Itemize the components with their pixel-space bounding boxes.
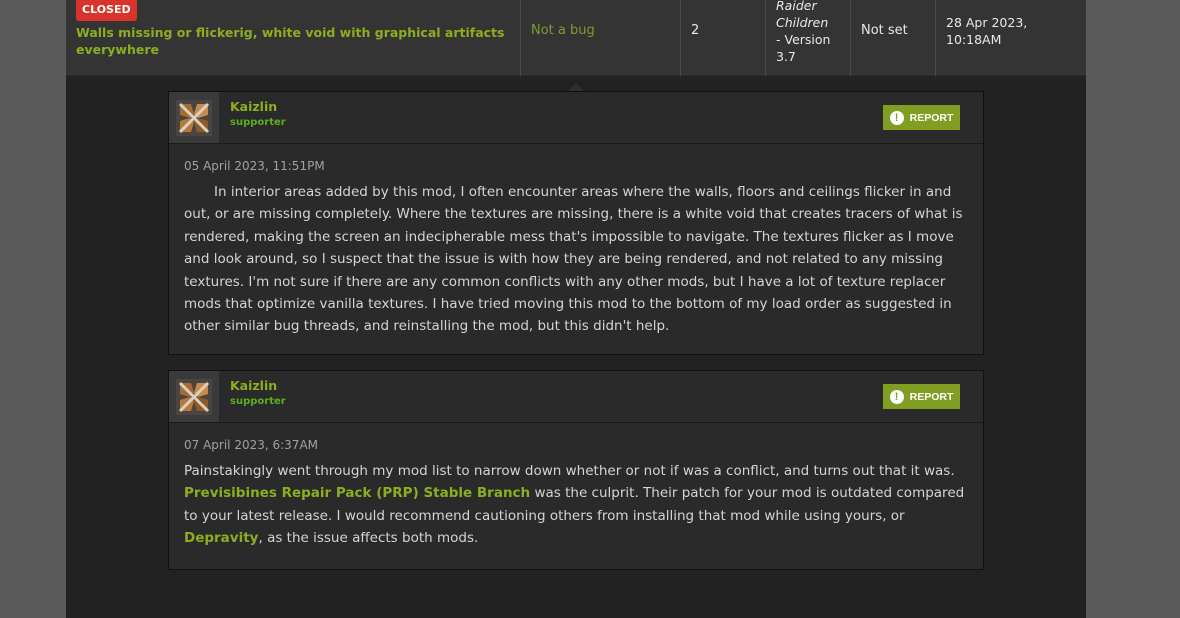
bug-date-line1: 28 Apr 2023, (946, 15, 1028, 30)
comment-header: Kaizlin supporter ! REPORT (169, 92, 983, 144)
report-button[interactable]: ! REPORT (883, 105, 960, 130)
bug-replies-cell: 2 (681, 0, 766, 76)
comment-author-role: supporter (230, 396, 286, 407)
comment-text: Painstakingly went through my mod list t… (184, 460, 968, 550)
report-label: REPORT (909, 111, 954, 124)
exclamation-circle-icon: ! (889, 110, 904, 125)
bug-priority: Not set (861, 23, 908, 38)
bug-priority-cell: Not set (851, 0, 936, 76)
bug-status-cell: Not a bug (521, 0, 681, 76)
bug-title-link[interactable]: Walls missing or flickerig, white void w… (76, 24, 516, 58)
bug-date: 28 Apr 2023, 10:18AM (946, 14, 1076, 48)
comment-header: Kaizlin supporter ! REPORT (169, 371, 983, 423)
comment: Kaizlin supporter ! REPORT 05 April 2023… (168, 91, 984, 355)
bug-replies: 2 (691, 23, 700, 38)
avatar-image (176, 99, 212, 136)
bug-version-cell: Raider Children - Version 3.7 (766, 0, 851, 76)
report-button[interactable]: ! REPORT (883, 384, 960, 409)
comment: Kaizlin supporter ! REPORT 07 April 2023… (168, 370, 984, 570)
version-name-line1: Raider (776, 0, 817, 13)
comment-text-part: , as the issue affects both mods. (258, 530, 479, 547)
bug-row[interactable]: CLOSED Walls missing or flickerig, white… (66, 0, 1086, 76)
version-label: - Version (776, 32, 831, 47)
avatar[interactable] (169, 371, 219, 422)
comment-body: 07 April 2023, 6:37AM Painstakingly went… (169, 423, 983, 550)
bug-status: Not a bug (531, 23, 595, 38)
comment-text: In interior areas added by this mod, I o… (184, 184, 963, 335)
version-number: 3.7 (776, 49, 796, 64)
avatar-image (176, 378, 212, 415)
mod-link-prp[interactable]: Previsibines Repair Pack (PRP) Stable Br… (184, 485, 530, 501)
report-label: REPORT (909, 390, 954, 403)
comments-panel: Kaizlin supporter ! REPORT 05 April 2023… (66, 76, 1086, 618)
comment-author[interactable]: Kaizlin (230, 99, 277, 114)
bug-version: Raider Children - Version 3.7 (776, 0, 851, 65)
comment-date: 05 April 2023, 11:51PM (184, 159, 325, 173)
comment-text-part: Painstakingly went through my mod list t… (184, 463, 955, 479)
comment-body: 05 April 2023, 11:51PM In interior areas… (169, 144, 983, 338)
mod-link-depravity[interactable]: Depravity (184, 530, 258, 546)
bug-date-cell: 28 Apr 2023, 10:18AM (936, 0, 1086, 76)
comment-author[interactable]: Kaizlin (230, 378, 277, 393)
comment-author-role: supporter (230, 117, 286, 128)
bug-date-line2: 10:18AM (946, 32, 1002, 47)
comment-date: 07 April 2023, 6:37AM (184, 438, 319, 452)
closed-badge: CLOSED (76, 0, 137, 21)
bug-title-cell: CLOSED Walls missing or flickerig, white… (66, 0, 521, 76)
version-name-line2: Children (776, 15, 829, 30)
avatar[interactable] (169, 92, 219, 143)
exclamation-circle-icon: ! (889, 389, 904, 404)
